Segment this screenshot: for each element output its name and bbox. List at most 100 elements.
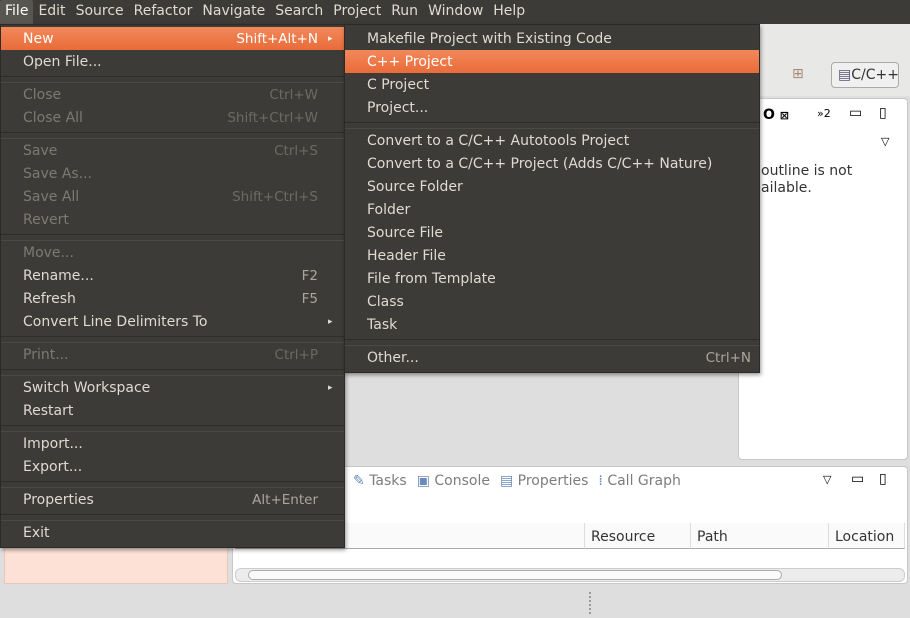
menu-item-import[interactable]: Import... bbox=[1, 432, 344, 455]
menu-edit[interactable]: Edit bbox=[33, 0, 70, 24]
bottom-tabs: ✎ Tasks ▣ Console ▤ Properties ⁞ Call Graph bbox=[353, 473, 681, 489]
menu-item-class[interactable]: Class bbox=[345, 290, 759, 313]
menu-item-label: Convert to a C/C++ Autotools Project bbox=[367, 132, 630, 149]
horizontal-scrollbar[interactable] bbox=[235, 568, 905, 582]
menu-item-properties[interactable]: Properties Alt+Enter bbox=[1, 488, 344, 511]
minimize-icon[interactable]: ▭ bbox=[851, 471, 864, 487]
minimize-icon[interactable]: ▭ bbox=[849, 105, 862, 121]
menu-item-restart[interactable]: Restart bbox=[1, 399, 344, 422]
menu-item-file-from-template[interactable]: File from Template bbox=[345, 267, 759, 290]
shortcut: Shift+Alt+N bbox=[236, 30, 318, 47]
menu-item-open-file[interactable]: Open File... bbox=[1, 50, 344, 73]
separator bbox=[1, 481, 344, 488]
column-path[interactable]: Path bbox=[691, 523, 829, 549]
console-icon: ▣ bbox=[416, 473, 430, 489]
menu-item-folder[interactable]: Folder bbox=[345, 198, 759, 221]
tab-properties[interactable]: ▤ Properties bbox=[500, 473, 588, 489]
separator bbox=[345, 122, 759, 129]
menu-item-close[interactable]: Close Ctrl+W bbox=[1, 83, 344, 106]
column-location[interactable]: Location bbox=[829, 523, 905, 549]
menu-item-revert[interactable]: Revert bbox=[1, 208, 344, 231]
call-graph-icon: ⁞ bbox=[598, 473, 603, 489]
menu-item-print[interactable]: Print... Ctrl+P bbox=[1, 343, 344, 366]
shortcut: Ctrl+S bbox=[274, 142, 318, 159]
menu-item-label: Close bbox=[23, 86, 62, 103]
separator bbox=[1, 514, 344, 521]
menu-item-task[interactable]: Task bbox=[345, 313, 759, 336]
menu-item-label: File from Template bbox=[367, 270, 496, 287]
menu-item-export[interactable]: Export... bbox=[1, 455, 344, 478]
view-menu-icon[interactable]: ▽ bbox=[823, 473, 831, 486]
menu-item-header-file[interactable]: Header File bbox=[345, 244, 759, 267]
outline-message: outline is not ailable. bbox=[761, 163, 853, 196]
perspective-button[interactable]: ▤C/C++ bbox=[831, 62, 899, 88]
tab-call-graph[interactable]: ⁞ Call Graph bbox=[598, 473, 680, 489]
menu-item-label: Print... bbox=[23, 346, 69, 363]
menu-item-c-project[interactable]: C++ Project bbox=[345, 50, 759, 73]
menu-item-convert-line-delimiters-to[interactable]: Convert Line Delimiters To ▸ bbox=[1, 310, 344, 333]
shortcut: Shift+Ctrl+W bbox=[227, 109, 318, 126]
menu-bar: File Edit Source Refactor Navigate Search Proj… bbox=[0, 0, 910, 24]
menu-item-save-as[interactable]: Save As... bbox=[1, 162, 344, 185]
menu-item-label: Move... bbox=[23, 244, 74, 261]
menu-refactor[interactable]: Refactor bbox=[129, 0, 198, 24]
separator bbox=[1, 336, 344, 343]
sash-handle[interactable] bbox=[589, 592, 591, 614]
menu-item-label: Convert Line Delimiters To bbox=[23, 313, 208, 330]
menu-item-source-file[interactable]: Source File bbox=[345, 221, 759, 244]
menu-item-switch-workspace[interactable]: Switch Workspace ▸ bbox=[1, 376, 344, 399]
overflow-tabs[interactable]: »2 bbox=[817, 107, 831, 120]
menu-window[interactable]: Window bbox=[423, 0, 488, 24]
separator bbox=[1, 369, 344, 376]
menu-item-label: Project... bbox=[367, 99, 429, 116]
menu-item-refresh[interactable]: Refresh F5 bbox=[1, 287, 344, 310]
shortcut: Shift+Ctrl+S bbox=[232, 188, 318, 205]
menu-item-save-all[interactable]: Save All Shift+Ctrl+S bbox=[1, 185, 344, 208]
menu-item-close-all[interactable]: Close All Shift+Ctrl+W bbox=[1, 106, 344, 129]
menu-navigate[interactable]: Navigate bbox=[197, 0, 270, 24]
menu-item-rename[interactable]: Rename... F2 bbox=[1, 264, 344, 287]
tab-console[interactable]: ▣ Console bbox=[417, 473, 490, 489]
menu-item-new[interactable]: New Shift+Alt+N ▸ bbox=[1, 27, 344, 50]
menu-item-label: Import... bbox=[23, 435, 83, 452]
menu-item-label: Save As... bbox=[23, 165, 93, 182]
menu-item-project[interactable]: Project... bbox=[345, 96, 759, 119]
maximize-icon[interactable]: ▯ bbox=[879, 471, 887, 487]
menu-item-label: Convert to a C/C++ Project (Adds C/C++ N… bbox=[367, 155, 713, 172]
menu-item-convert-to-a-c-c-autotools-project[interactable]: Convert to a C/C++ Autotools Project bbox=[345, 129, 759, 152]
menu-project[interactable]: Project bbox=[328, 0, 386, 24]
menu-item-makefile-project-with-existing-code[interactable]: Makefile Project with Existing Code bbox=[345, 27, 759, 50]
file-menu: New Shift+Alt+N ▸ Open File... Close Ctrl+W Cl… bbox=[0, 24, 345, 548]
menu-item-exit[interactable]: Exit bbox=[1, 521, 344, 544]
menu-item-convert-to-a-c-c-project-adds-c-c-nature[interactable]: Convert to a C/C++ Project (Adds C/C++ N… bbox=[345, 152, 759, 175]
menu-item-source-folder[interactable]: Source Folder bbox=[345, 175, 759, 198]
menu-item-label: Task bbox=[367, 316, 398, 333]
menu-file[interactable]: File bbox=[0, 0, 34, 24]
menu-item-label: Header File bbox=[367, 247, 446, 264]
menu-run[interactable]: Run bbox=[386, 0, 423, 24]
separator bbox=[1, 234, 344, 241]
outline-tab[interactable]: O ⊠ bbox=[763, 107, 789, 123]
new-submenu: Makefile Project with Existing Code C++ P… bbox=[344, 24, 760, 373]
menu-item-label: Switch Workspace bbox=[23, 379, 151, 396]
menu-item-other[interactable]: Other... Ctrl+N bbox=[345, 346, 759, 369]
view-menu-icon[interactable]: ▽ bbox=[881, 135, 889, 148]
cpp-perspective-icon: ▤ bbox=[838, 67, 852, 83]
menu-item-label: Save All bbox=[23, 188, 80, 205]
menu-item-label: Source File bbox=[367, 224, 443, 241]
maximize-icon[interactable]: ▯ bbox=[879, 105, 887, 121]
menu-source[interactable]: Source bbox=[71, 0, 129, 24]
column-resource[interactable]: Resource bbox=[585, 523, 691, 549]
close-icon[interactable]: ⊠ bbox=[780, 109, 789, 122]
menu-item-c-project[interactable]: C Project bbox=[345, 73, 759, 96]
tab-tasks[interactable]: ✎ Tasks bbox=[353, 473, 407, 489]
menu-help[interactable]: Help bbox=[488, 0, 530, 24]
menu-item-label: Restart bbox=[23, 402, 74, 419]
menu-item-label: Export... bbox=[23, 458, 83, 475]
menu-search[interactable]: Search bbox=[270, 0, 328, 24]
menu-item-move[interactable]: Move... bbox=[1, 241, 344, 264]
menu-item-save[interactable]: Save Ctrl+S bbox=[1, 139, 344, 162]
menu-item-label: Properties bbox=[23, 491, 94, 508]
submenu-arrow-icon: ▸ bbox=[328, 316, 333, 327]
open-perspective-icon[interactable]: ⊞ bbox=[792, 66, 804, 82]
